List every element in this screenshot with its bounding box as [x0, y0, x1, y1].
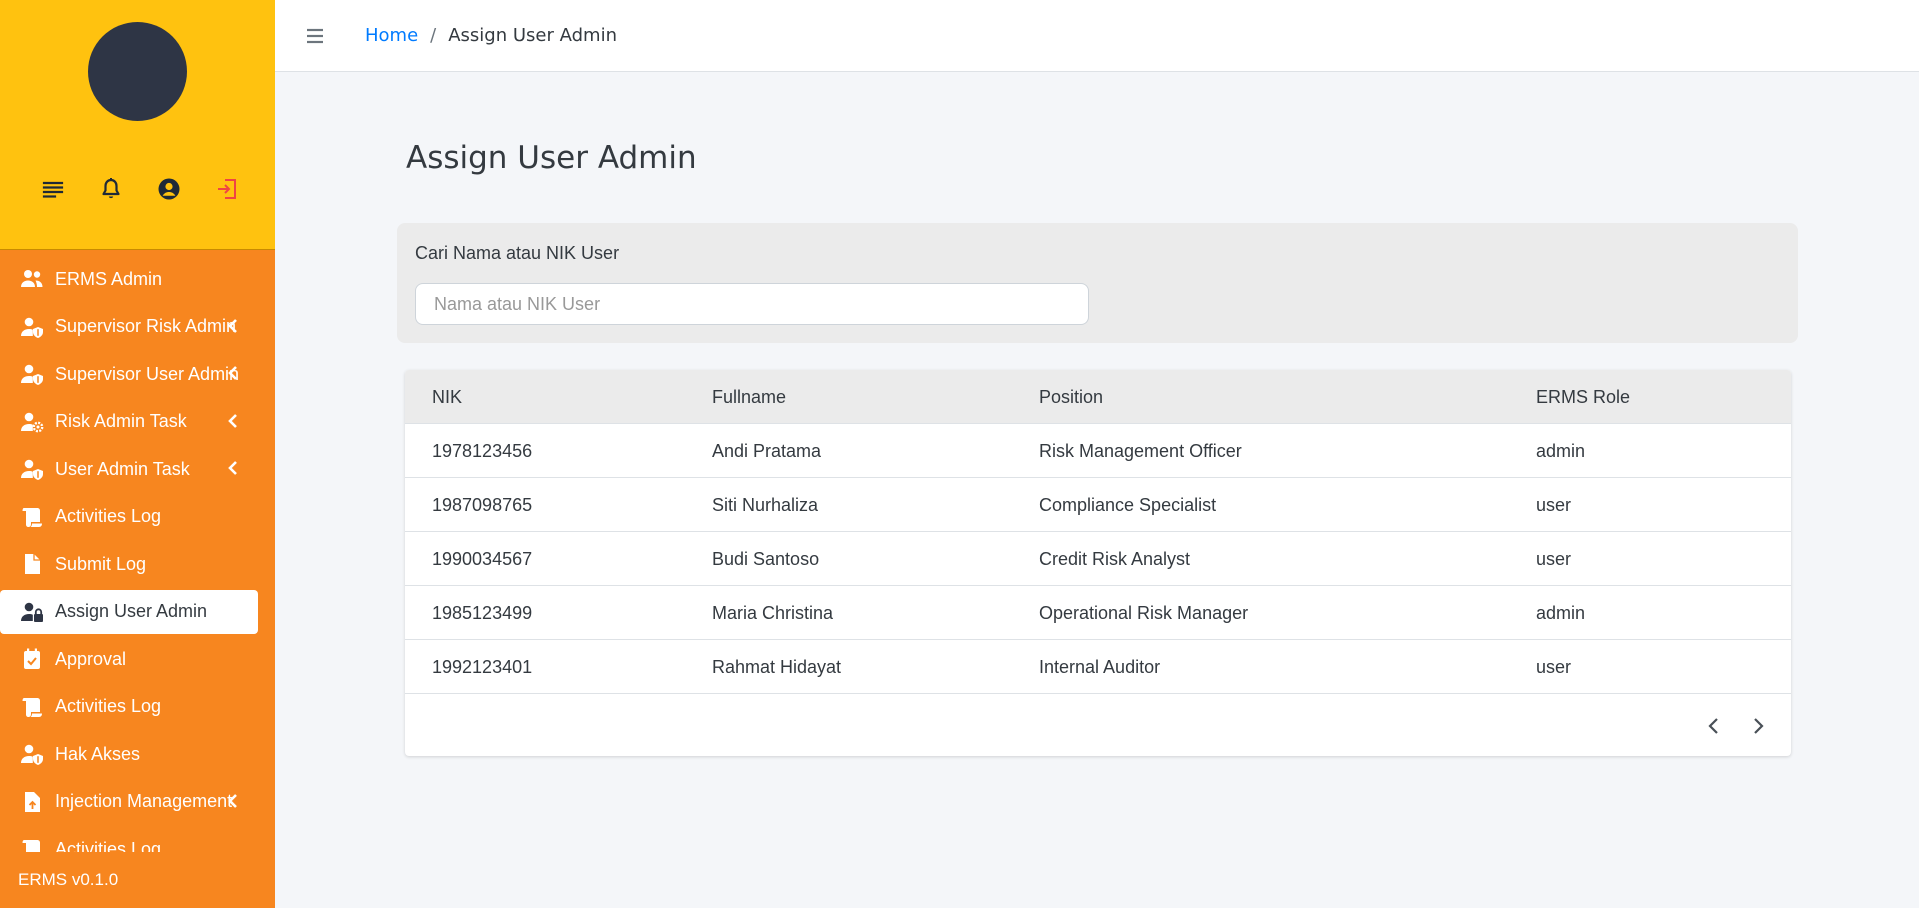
sidebar-menu: ERMS Admin Supervisor Risk Admin Supervi…: [0, 257, 275, 875]
cell-fullname: Budi Santoso: [712, 549, 820, 569]
cell-nik: 1987098765: [432, 495, 533, 515]
sidebar-item-label: Injection Management: [55, 791, 233, 811]
chevron-left-icon: [228, 366, 237, 380]
sidebar-item-label: Activities Log: [55, 506, 162, 526]
chevron-left-icon: [1708, 718, 1718, 734]
calendar-check-icon: [20, 648, 46, 670]
table-header: NIK Fullname Position ERMS Role: [405, 370, 1791, 424]
user-lock-icon: [20, 601, 46, 623]
sidebar-item-activities-log-2[interactable]: Activities Log: [0, 685, 258, 729]
user-circle-icon[interactable]: [152, 176, 186, 202]
table-row[interactable]: 1992123401 Rahmat Hidayat Internal Audit…: [405, 640, 1791, 694]
column-header-erms-role[interactable]: ERMS Role: [1536, 387, 1630, 408]
table-row[interactable]: 1985123499 Maria Christina Operational R…: [405, 586, 1791, 640]
chevron-left-icon: [228, 461, 237, 475]
sidebar-item-label: Activities Log: [55, 696, 162, 716]
sidebar-item-label: User Admin Task: [55, 458, 190, 479]
page-title: Assign User Admin: [406, 140, 697, 176]
sidebar-item-supervisor-user-admin[interactable]: Supervisor User Admin: [0, 352, 258, 396]
cell-position: Internal Auditor: [1039, 657, 1161, 677]
menu-lines-icon[interactable]: [36, 176, 70, 202]
sidebar-item-label: Submit Log: [55, 553, 147, 574]
cell-erms-role: admin: [1536, 603, 1586, 623]
next-page-button[interactable]: [1746, 714, 1770, 738]
cell-position: Operational Risk Manager: [1039, 603, 1249, 623]
column-header-nik[interactable]: NIK: [432, 387, 462, 408]
sidebar-item-user-admin-task[interactable]: User Admin Task: [0, 447, 258, 491]
scroll-icon: [20, 696, 46, 718]
user-gear-icon: [20, 411, 46, 433]
topbar: Home / Assign User Admin: [275, 0, 1919, 72]
breadcrumb-separator: /: [430, 25, 437, 46]
sidebar-item-label: Approval: [55, 648, 127, 669]
cell-erms-role: admin: [1536, 441, 1586, 461]
cell-fullname: Andi Pratama: [712, 441, 822, 461]
breadcrumb-current: Assign User Admin: [448, 25, 617, 46]
sidebar-item-label: Assign User Admin: [55, 601, 208, 621]
logout-icon[interactable]: [210, 176, 244, 202]
sidebar-item-label: Supervisor User Admin: [55, 363, 240, 384]
cell-position: Compliance Specialist: [1039, 495, 1217, 515]
sidebar-item-label: Risk Admin Task: [55, 411, 187, 431]
user-shield-icon: [20, 743, 46, 765]
user-shield-icon: [20, 316, 46, 338]
cell-erms-role: user: [1536, 549, 1572, 569]
cell-fullname: Siti Nurhaliza: [712, 495, 819, 515]
sidebar-item-label: ERMS Admin: [55, 268, 163, 289]
sidebar-item-risk-admin-task[interactable]: Risk Admin Task: [0, 400, 258, 444]
sidebar-toolbar: [36, 176, 244, 202]
chevron-left-icon: [228, 318, 237, 333]
sidebar-item-activities-log[interactable]: Activities Log: [0, 495, 258, 539]
cell-position: Credit Risk Analyst: [1039, 549, 1191, 569]
chevron-left-icon: [228, 793, 237, 808]
version-label: ERMS v0.1.0: [0, 852, 275, 908]
table-row[interactable]: 1990034567 Budi Santoso Credit Risk Anal…: [405, 532, 1791, 586]
user-shield-icon: [20, 458, 46, 480]
file-upload-icon: [20, 791, 46, 813]
file-icon: [20, 553, 46, 575]
sidebar-item-hak-akses[interactable]: Hak Akses: [0, 732, 258, 776]
cell-erms-role: user: [1536, 657, 1572, 677]
cell-position: Risk Management Officer: [1039, 441, 1242, 461]
table-row[interactable]: 1987098765 Siti Nurhaliza Compliance Spe…: [405, 478, 1791, 532]
column-header-fullname[interactable]: Fullname: [712, 387, 786, 408]
cell-fullname: Maria Christina: [712, 603, 834, 623]
sidebar-item-assign-user-admin[interactable]: Assign User Admin: [0, 589, 258, 634]
sidebar-item-supervisor-risk-admin[interactable]: Supervisor Risk Admin: [0, 305, 258, 349]
bell-icon[interactable]: [94, 176, 128, 202]
sidebar: ERMS Admin Supervisor Risk Admin Supervi…: [0, 0, 275, 908]
column-header-position[interactable]: Position: [1039, 387, 1103, 408]
user-shield-icon: [20, 363, 46, 385]
table-row[interactable]: 1978123456 Andi Pratama Risk Management …: [405, 424, 1791, 478]
chevron-left-icon: [228, 413, 237, 428]
scroll-icon: [20, 506, 46, 528]
hamburger-icon[interactable]: [305, 27, 325, 45]
sidebar-header: [0, 0, 275, 250]
user-table: NIK Fullname Position ERMS Role 19781234…: [405, 370, 1791, 756]
search-card: Cari Nama atau NIK User: [397, 223, 1798, 343]
avatar[interactable]: [88, 22, 187, 121]
breadcrumb-home-link[interactable]: Home: [365, 25, 418, 46]
sidebar-item-submit-log[interactable]: Submit Log: [0, 542, 258, 586]
sidebar-item-approval[interactable]: Approval: [0, 637, 258, 681]
search-label: Cari Nama atau NIK User: [415, 243, 620, 263]
cell-nik: 1992123401: [432, 657, 533, 677]
cell-nik: 1990034567: [432, 549, 533, 569]
breadcrumb: Home / Assign User Admin: [365, 25, 617, 46]
cell-nik: 1978123456: [432, 441, 533, 461]
cell-erms-role: user: [1536, 495, 1572, 515]
sidebar-item-injection-management[interactable]: Injection Management: [0, 780, 258, 824]
sidebar-item-erms-admin[interactable]: ERMS Admin: [0, 257, 258, 301]
cell-nik: 1985123499: [432, 603, 533, 623]
table-pagination: [405, 694, 1791, 756]
sidebar-item-label: Hak Akses: [55, 743, 141, 764]
cell-fullname: Rahmat Hidayat: [712, 657, 842, 677]
previous-page-button[interactable]: [1702, 714, 1726, 738]
sidebar-item-label: Supervisor Risk Admin: [55, 316, 237, 336]
search-input[interactable]: [415, 283, 1089, 325]
chevron-right-icon: [1754, 718, 1764, 734]
users-icon: [20, 268, 46, 290]
